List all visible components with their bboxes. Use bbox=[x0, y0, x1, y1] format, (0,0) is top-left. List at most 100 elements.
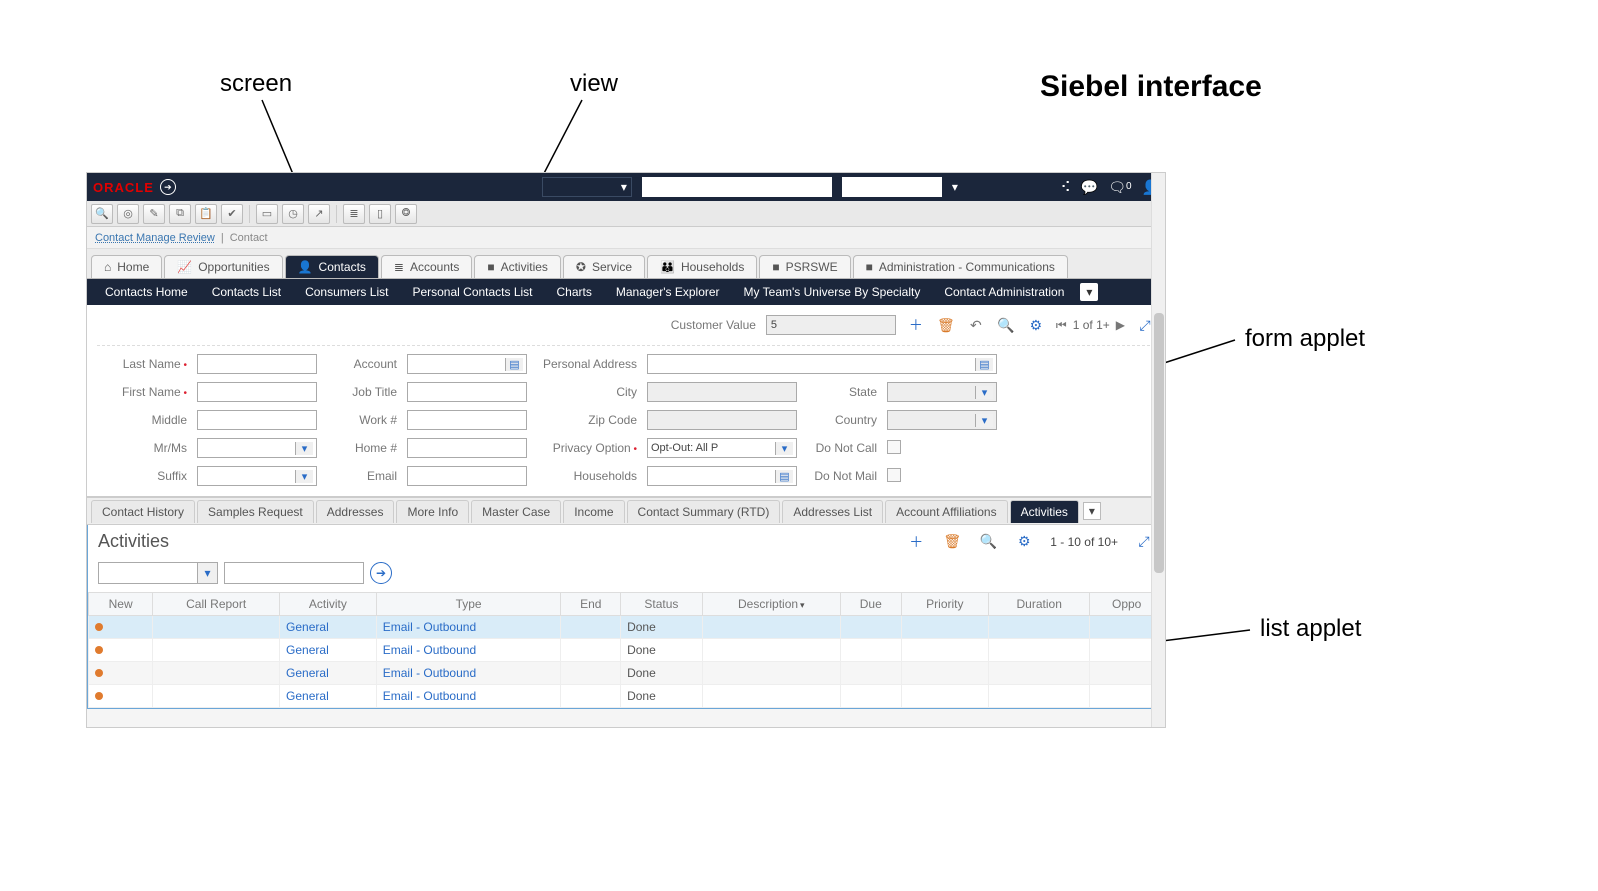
applet-tab-master-case[interactable]: Master Case bbox=[471, 500, 561, 523]
new-record-button[interactable]: ＋ bbox=[906, 315, 926, 335]
do-not-mail-checkbox[interactable] bbox=[887, 468, 901, 482]
applet-tab-account-affiliations[interactable]: Account Affiliations bbox=[885, 500, 1008, 523]
copy-icon[interactable]: ⧉ bbox=[169, 204, 191, 224]
table-row[interactable]: GeneralEmail - OutboundDone bbox=[89, 662, 1164, 685]
doc-icon[interactable]: ▯ bbox=[369, 204, 391, 224]
chart-icon[interactable]: ↗ bbox=[308, 204, 330, 224]
middle-input[interactable] bbox=[197, 410, 317, 430]
save-icon[interactable]: ▭ bbox=[256, 204, 278, 224]
customer-value-field[interactable]: 5 bbox=[766, 315, 896, 335]
next-page-icon[interactable]: ▶ bbox=[1116, 318, 1125, 332]
activity-link[interactable]: General bbox=[286, 643, 329, 657]
applet-tab-addresses[interactable]: Addresses bbox=[316, 500, 395, 523]
table-row[interactable]: GeneralEmail - OutboundDone bbox=[89, 639, 1164, 662]
applet-tab-samples-request[interactable]: Samples Request bbox=[197, 500, 314, 523]
chevron-down-icon[interactable]: ▾ bbox=[295, 442, 313, 455]
picklist-icon[interactable]: ▤ bbox=[975, 358, 993, 371]
mrms-input[interactable]: ▾ bbox=[197, 438, 317, 458]
screen-tab-opportunities[interactable]: 📈Opportunities bbox=[164, 255, 282, 278]
view-tabs-more[interactable]: ▾ bbox=[1080, 283, 1098, 301]
applet-tab-income[interactable]: Income bbox=[563, 500, 624, 523]
screen-tab-households[interactable]: 👪Households bbox=[647, 255, 757, 278]
applet-tab-addresses-list[interactable]: Addresses List bbox=[782, 500, 883, 523]
first-name-input[interactable] bbox=[197, 382, 317, 402]
settings-button[interactable]: ⚙ bbox=[1026, 315, 1046, 335]
col-description[interactable]: Description bbox=[702, 593, 840, 616]
applet-tab-more-info[interactable]: More Info bbox=[396, 500, 469, 523]
breadcrumb-link[interactable]: Contact Manage Review bbox=[95, 232, 215, 244]
activity-link[interactable]: General bbox=[286, 620, 329, 634]
table-row[interactable]: GeneralEmail - OutboundDone bbox=[89, 616, 1164, 639]
list-settings-button[interactable]: ⚙ bbox=[1014, 532, 1034, 552]
list-icon[interactable]: ≣ bbox=[343, 204, 365, 224]
view-tab-contacts-list[interactable]: Contacts List bbox=[200, 282, 293, 302]
privacy-input[interactable]: Opt-Out: All P▾ bbox=[647, 438, 797, 458]
screen-tab-accounts[interactable]: ≣Accounts bbox=[381, 255, 472, 278]
graph-icon[interactable]: ⭗ bbox=[395, 204, 417, 224]
col-status[interactable]: Status bbox=[621, 593, 703, 616]
type-link[interactable]: Email - Outbound bbox=[383, 689, 476, 703]
chevron-down-icon[interactable]: ▾ bbox=[975, 414, 993, 427]
chevron-down-icon[interactable]: ▾ bbox=[197, 563, 217, 583]
view-tab-my-team-s-universe-by-specialty[interactable]: My Team's Universe By Specialty bbox=[732, 282, 933, 302]
col-priority[interactable]: Priority bbox=[901, 593, 988, 616]
view-tab-contact-administration[interactable]: Contact Administration bbox=[932, 282, 1076, 302]
go-button[interactable]: ➔ bbox=[370, 562, 392, 584]
delete-record-button[interactable]: 🗑 bbox=[936, 315, 956, 335]
home-input[interactable] bbox=[407, 438, 527, 458]
list-query-button[interactable]: 🔍 bbox=[978, 532, 998, 552]
picklist-icon[interactable]: ▤ bbox=[505, 358, 523, 371]
work-input[interactable] bbox=[407, 410, 527, 430]
zip-input[interactable] bbox=[647, 410, 797, 430]
screen-tab-administration-communications[interactable]: ■Administration - Communications bbox=[853, 255, 1068, 278]
chevron-down-icon[interactable]: ▾ bbox=[775, 442, 793, 455]
header-dropdown[interactable]: ▾ bbox=[542, 177, 632, 197]
first-page-icon[interactable]: ⏮ bbox=[1056, 318, 1067, 333]
screen-tab-contacts[interactable]: 👤Contacts bbox=[285, 255, 379, 278]
clock-icon[interactable]: ◷ bbox=[282, 204, 304, 224]
tool-icon[interactable]: ✔ bbox=[221, 204, 243, 224]
view-tab-consumers-list[interactable]: Consumers List bbox=[293, 282, 400, 302]
vertical-scrollbar[interactable] bbox=[1151, 173, 1165, 727]
header-search-secondary[interactable] bbox=[842, 177, 942, 197]
col-new[interactable]: New bbox=[89, 593, 153, 616]
col-type[interactable]: Type bbox=[376, 593, 561, 616]
edit-icon[interactable]: ✎ bbox=[143, 204, 165, 224]
target-icon[interactable]: ◎ bbox=[117, 204, 139, 224]
col-end[interactable]: End bbox=[561, 593, 621, 616]
view-tab-manager-s-explorer[interactable]: Manager's Explorer bbox=[604, 282, 732, 302]
query-button[interactable]: 🔍 bbox=[996, 315, 1016, 335]
caret-down-icon[interactable]: ▾ bbox=[948, 180, 962, 194]
type-link[interactable]: Email - Outbound bbox=[383, 643, 476, 657]
applet-tab-contact-summary-rtd-[interactable]: Contact Summary (RTD) bbox=[627, 500, 781, 523]
filter-combo[interactable]: ▾ bbox=[98, 562, 218, 584]
screen-tab-psrswe[interactable]: ■PSRSWE bbox=[759, 255, 850, 278]
city-input[interactable] bbox=[647, 382, 797, 402]
undo-button[interactable]: ↶ bbox=[966, 315, 986, 335]
activity-link[interactable]: General bbox=[286, 666, 329, 680]
suffix-input[interactable]: ▾ bbox=[197, 466, 317, 486]
view-tab-contacts-home[interactable]: Contacts Home bbox=[93, 282, 200, 302]
col-due[interactable]: Due bbox=[840, 593, 901, 616]
account-input[interactable]: ▤ bbox=[407, 354, 527, 374]
job-title-input[interactable] bbox=[407, 382, 527, 402]
last-name-input[interactable] bbox=[197, 354, 317, 374]
screen-tab-home[interactable]: ⌂Home bbox=[91, 255, 162, 278]
email-input[interactable] bbox=[407, 466, 527, 486]
filter-input[interactable] bbox=[224, 562, 364, 584]
state-input[interactable]: ▾ bbox=[887, 382, 997, 402]
households-input[interactable]: ▤ bbox=[647, 466, 797, 486]
header-search-input[interactable] bbox=[642, 177, 832, 197]
activity-link[interactable]: General bbox=[286, 689, 329, 703]
chat-icon[interactable]: 💬 bbox=[1081, 179, 1098, 196]
view-tab-charts[interactable]: Charts bbox=[545, 282, 604, 302]
applet-tab-contact-history[interactable]: Contact History bbox=[91, 500, 195, 523]
screen-tab-activities[interactable]: ■Activities bbox=[474, 255, 561, 278]
applet-tabs-more[interactable]: ▾ bbox=[1083, 502, 1101, 520]
table-row[interactable]: GeneralEmail - OutboundDone bbox=[89, 685, 1164, 708]
list-delete-button[interactable]: 🗑 bbox=[942, 532, 962, 552]
country-input[interactable]: ▾ bbox=[887, 410, 997, 430]
screen-tab-service[interactable]: ✪Service bbox=[563, 255, 645, 278]
type-link[interactable]: Email - Outbound bbox=[383, 620, 476, 634]
do-not-call-checkbox[interactable] bbox=[887, 440, 901, 454]
